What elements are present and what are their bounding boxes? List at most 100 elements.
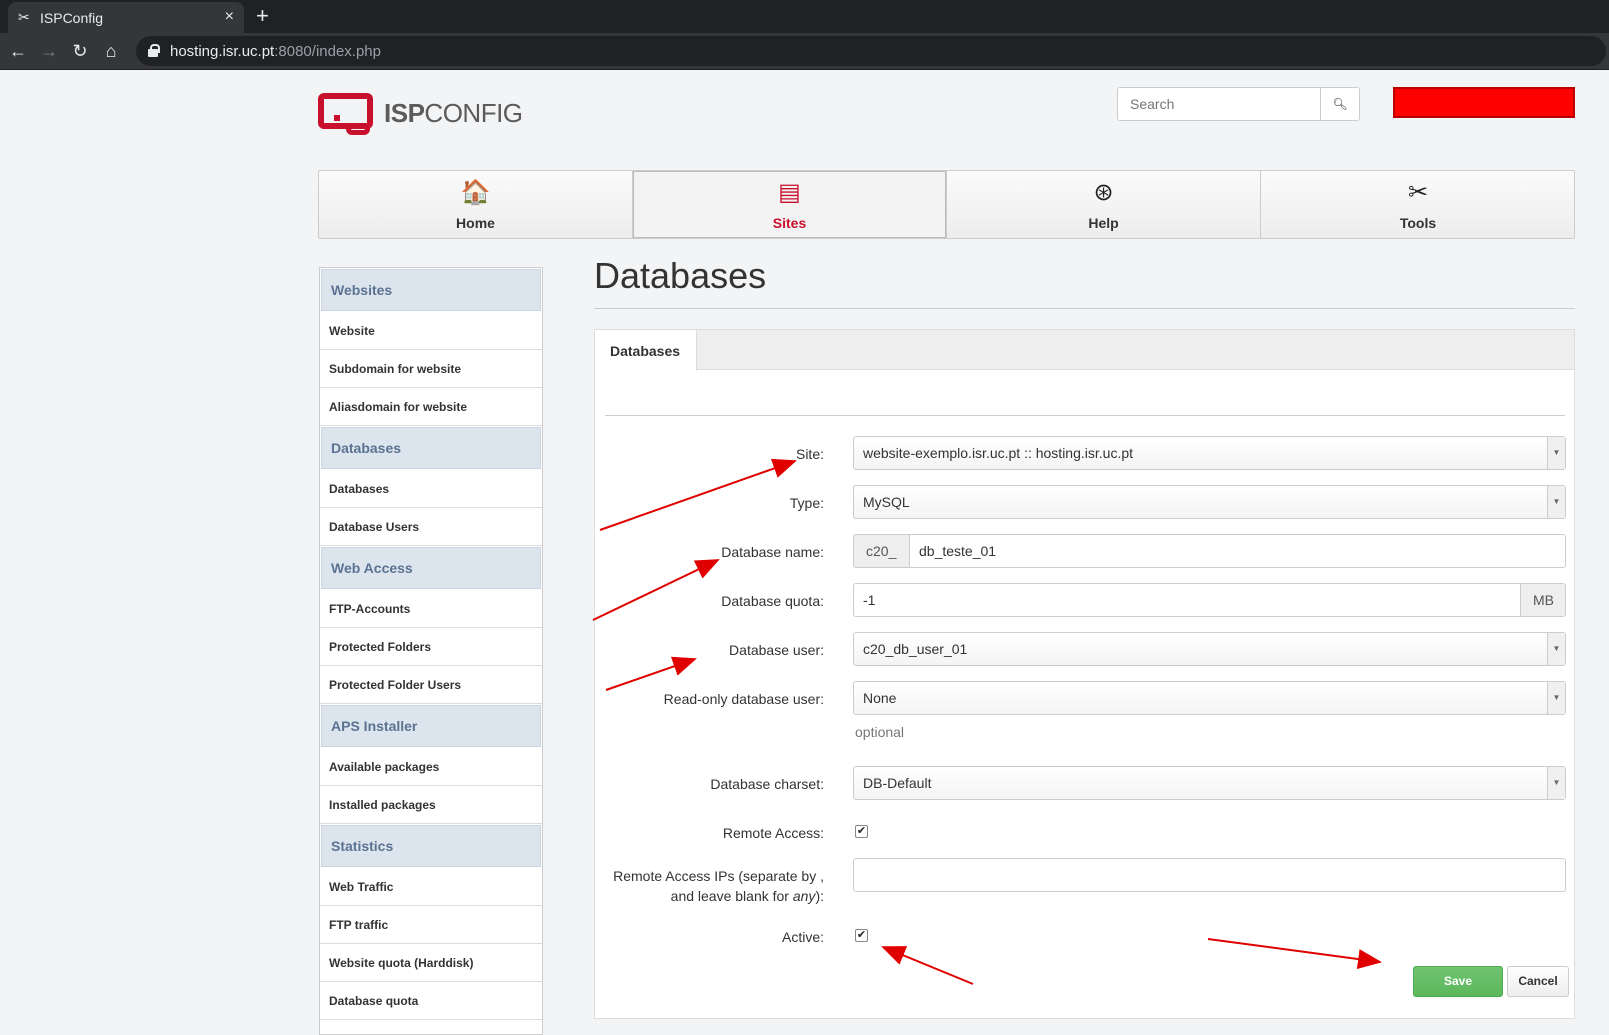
- sidebar-item-database-quota[interactable]: Database quota: [320, 982, 542, 1020]
- home-icon[interactable]: ⌂: [99, 39, 123, 63]
- sidebar-item-ftp-accounts[interactable]: FTP-Accounts: [320, 590, 542, 628]
- sidebar-section-aps-installer: APS Installer: [321, 705, 541, 747]
- sidebar-item-aliasdomain[interactable]: Aliasdomain for website: [320, 388, 542, 426]
- back-arrow-icon[interactable]: ←: [6, 39, 30, 63]
- chevron-down-icon: ▼: [1547, 633, 1565, 665]
- sidebar-item-backup-stats[interactable]: Backup Stats: [320, 1020, 542, 1034]
- sidebar-item-website[interactable]: Website: [320, 312, 542, 350]
- sidebar-item-website-quota[interactable]: Website quota (Harddisk): [320, 944, 542, 982]
- ispconfig-favicon-icon: ✂: [18, 9, 30, 25]
- cancel-button[interactable]: Cancel: [1507, 966, 1569, 997]
- type-select-value: MySQL: [863, 494, 910, 510]
- sidebar-item-databases[interactable]: Databases: [320, 470, 542, 508]
- address-url: hosting.isr.uc.pt:8080/index.php: [170, 43, 381, 60]
- site-select-value: website-exemplo.isr.uc.pt :: hosting.isr…: [863, 445, 1134, 461]
- sidebar-item-installed-packages[interactable]: Installed packages: [320, 786, 542, 824]
- sites-icon: ▤: [778, 179, 801, 206]
- search-box: 🔍︎: [1117, 87, 1360, 121]
- sidebar-item-protected-folder-users[interactable]: Protected Folder Users: [320, 666, 542, 704]
- nav-sites[interactable]: ▤ Sites: [633, 171, 947, 238]
- search-icon: 🔍︎: [1332, 97, 1348, 111]
- logo-text-light: CONFIG: [424, 98, 523, 128]
- forward-arrow-icon[interactable]: →: [37, 39, 61, 63]
- search-button[interactable]: 🔍︎: [1320, 87, 1360, 121]
- search-input[interactable]: [1117, 87, 1321, 121]
- readonly-user-hint: optional: [855, 724, 905, 740]
- nav-tools[interactable]: ✂ Tools: [1261, 171, 1575, 238]
- site-label: Site:: [795, 446, 824, 462]
- sidebar-item-available-packages[interactable]: Available packages: [320, 748, 542, 786]
- nav-sites-label: Sites: [772, 215, 807, 231]
- tab-close-icon[interactable]: ×: [225, 8, 234, 26]
- ispconfig-logo[interactable]: ISPCONFIG: [318, 91, 523, 136]
- tab-title: ISPConfig: [40, 10, 104, 26]
- chevron-down-icon: ▼: [1547, 767, 1565, 799]
- browser-tabbar: ✂ ISPConfig × +: [0, 0, 1609, 33]
- database-user-value: c20_db_user_01: [863, 641, 968, 657]
- chevron-down-icon: ▼: [1547, 486, 1565, 518]
- database-user-select[interactable]: c20_db_user_01 ▼: [853, 632, 1566, 666]
- nav-help[interactable]: ⊛ Help: [947, 171, 1261, 238]
- house-icon: 🏠: [460, 179, 491, 206]
- database-user-label: Database user:: [729, 642, 824, 658]
- database-name-label: Database name:: [721, 544, 824, 560]
- database-quota-input[interactable]: -1: [853, 583, 1521, 617]
- readonly-user-select[interactable]: None ▼: [853, 681, 1566, 715]
- panel-tabbar: Databases: [595, 330, 1574, 371]
- readonly-user-value: None: [863, 690, 897, 706]
- remote-ips-label-line2: and leave blank for any):: [671, 888, 824, 904]
- browser-tab[interactable]: ✂ ISPConfig ×: [8, 2, 244, 33]
- chevron-down-icon: ▼: [1547, 682, 1565, 714]
- tools-icon: ✂: [1407, 179, 1429, 206]
- logo-monitor-icon: [318, 93, 373, 129]
- redacted-user-area: [1393, 87, 1575, 118]
- active-label: Active:: [781, 929, 824, 945]
- charset-value: DB-Default: [863, 775, 932, 791]
- database-name-input[interactable]: db_teste_01: [909, 534, 1566, 568]
- sidebar-section-statistics: Statistics: [321, 825, 541, 867]
- url-host: hosting.isr.uc.pt: [170, 43, 275, 60]
- type-label: Type:: [789, 495, 824, 511]
- nav-help-label: Help: [1088, 215, 1119, 231]
- quota-unit: MB: [1520, 583, 1566, 617]
- logo-text: ISPCONFIG: [384, 98, 523, 129]
- save-button[interactable]: Save: [1413, 966, 1503, 997]
- nav-home-label: Home: [456, 215, 495, 231]
- chevron-down-icon: ▼: [1547, 437, 1565, 469]
- remote-access-checkbox[interactable]: ✔: [855, 825, 868, 838]
- sidebar-item-database-users[interactable]: Database Users: [320, 508, 542, 546]
- remote-access-label: Remote Access:: [722, 825, 824, 841]
- tab-databases[interactable]: Databases: [595, 330, 697, 371]
- type-select[interactable]: MySQL ▼: [853, 485, 1566, 519]
- charset-select[interactable]: DB-Default ▼: [853, 766, 1566, 800]
- sidebar-section-web-access: Web Access: [321, 547, 541, 589]
- sidebar: Websites Website Subdomain for website A…: [319, 267, 543, 1035]
- sidebar-item-ftp-traffic[interactable]: FTP traffic: [320, 906, 542, 944]
- browser-toolbar: ← → ↻ ⌂ hosting.isr.uc.pt:8080/index.php: [0, 33, 1609, 70]
- remote-ips-label-any: any: [792, 888, 816, 904]
- database-quota-label: Database quota:: [721, 593, 824, 609]
- logo-stand: [346, 125, 370, 135]
- sidebar-item-protected-folders[interactable]: Protected Folders: [320, 628, 542, 666]
- nav-tools-label: Tools: [1399, 215, 1437, 231]
- lock-icon: [148, 44, 160, 57]
- new-tab-icon[interactable]: +: [256, 3, 269, 29]
- sidebar-item-subdomain[interactable]: Subdomain for website: [320, 350, 542, 388]
- remote-ips-label-line2a: and leave blank for: [670, 888, 793, 904]
- remote-ips-input[interactable]: [853, 858, 1566, 892]
- lifebuoy-icon: ⊛: [1093, 179, 1114, 206]
- database-name-prefix: c20_: [853, 534, 910, 568]
- sidebar-item-web-traffic[interactable]: Web Traffic: [320, 868, 542, 906]
- site-select[interactable]: website-exemplo.isr.uc.pt :: hosting.isr…: [853, 436, 1566, 470]
- reload-icon[interactable]: ↻: [68, 39, 92, 63]
- logo-text-bold: ISP: [384, 98, 425, 128]
- sidebar-section-websites: Websites: [321, 269, 541, 311]
- address-bar[interactable]: hosting.isr.uc.pt:8080/index.php: [136, 36, 1606, 66]
- page-title: Databases: [594, 255, 767, 296]
- nav-home[interactable]: 🏠 Home: [319, 171, 633, 238]
- panel-divider: [605, 415, 1565, 416]
- sidebar-section-databases: Databases: [321, 427, 541, 469]
- active-checkbox[interactable]: ✔: [855, 929, 868, 942]
- url-rest: :8080/index.php: [274, 43, 381, 60]
- title-divider: [594, 308, 1575, 309]
